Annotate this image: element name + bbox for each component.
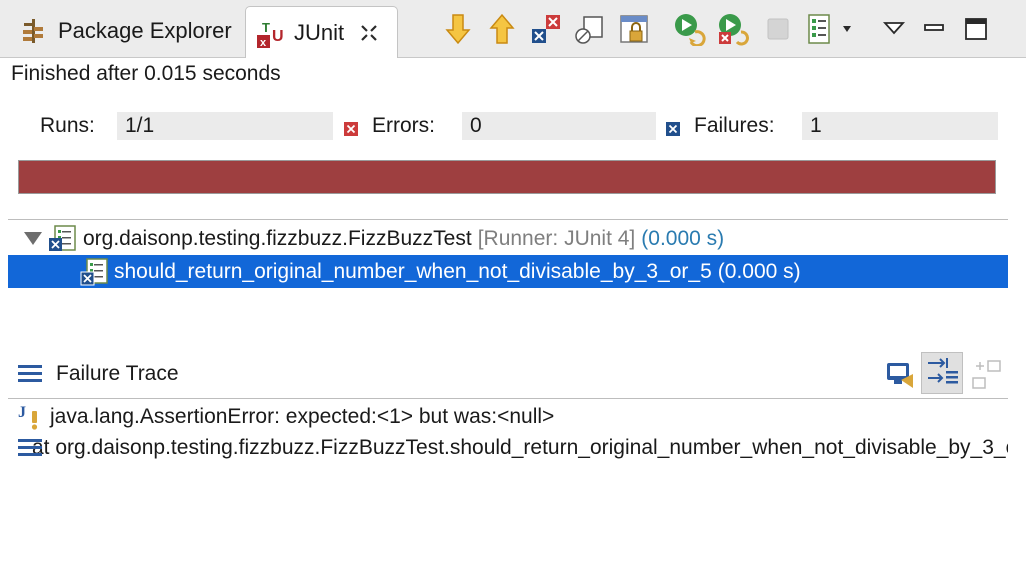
trace-line-stack-frame[interactable]: at org.daisonp.testing.fizzbuzz.FizzBuzz… [18,436,1008,460]
progress-bar-fill [19,161,995,193]
svg-text:U: U [272,28,284,45]
view-tab-bar: Package Explorer T U x JUnit [0,0,1026,58]
failure-icon [666,118,680,136]
test-counters: Runs: 1/1 Errors: 0 Failures: 1 [0,112,1026,142]
runs-label: Runs: [40,114,95,137]
show-skipped-button[interactable] [572,10,608,48]
junit-view: Package Explorer T U x JUnit Finished af… [0,0,1026,562]
failure-trace-title: Failure Trace [56,362,179,385]
close-icon[interactable] [358,22,380,44]
show-failures-only-button[interactable] [528,10,564,48]
compare-result-button[interactable] [885,360,917,390]
test-case-icon [80,257,110,287]
view-menu-button[interactable] [876,10,912,48]
stack-trace-icon [18,364,42,384]
package-explorer-icon [20,17,48,45]
divider [8,398,1008,399]
trace-text: at org.daisonp.testing.fizzbuzz.FizzBuzz… [32,436,1008,459]
filter-stack-trace-button[interactable] [921,352,963,394]
tab-label: JUnit [294,19,345,45]
maximize-button[interactable] [958,10,994,48]
error-icon [344,118,358,136]
divider [8,219,1008,220]
test-suite-name: org.daisonp.testing.fizzbuzz.FizzBuzzTes… [83,226,472,250]
trace-text: java.lang.AssertionError: expected:<1> b… [50,405,555,428]
runs-value: 1/1 [117,112,333,140]
java-exception-icon: J [18,403,44,431]
svg-text:x: x [260,37,267,49]
errors-label: Errors: [372,114,435,137]
test-suite-time: (0.000 s) [641,226,725,250]
test-case-name: should_return_original_number_when_not_d… [114,259,712,283]
tab-package-explorer[interactable]: Package Explorer [10,6,242,56]
stop-button[interactable] [760,10,796,48]
test-case-node[interactable]: should_return_original_number_when_not_d… [8,255,1008,288]
test-runner-label: [Runner: JUnit 4] [477,226,636,250]
junit-icon: T U x [256,19,284,49]
failure-trace-header: Failure Trace [18,362,179,386]
svg-text:T: T [262,20,270,35]
test-suite-node[interactable]: org.daisonp.testing.fizzbuzz.FizzBuzzTes… [8,222,1008,255]
failures-label: Failures: [694,114,775,137]
run-status-text: Finished after 0.015 seconds [11,62,281,85]
test-run-history-button[interactable] [804,10,856,48]
minimize-button[interactable] [916,10,952,48]
tab-label: Package Explorer [58,18,232,43]
errors-value: 0 [462,112,656,140]
test-suite-icon [47,224,79,254]
scroll-lock-button[interactable] [616,10,652,48]
failures-value: 1 [802,112,998,140]
progress-bar [18,160,996,194]
previous-failure-button[interactable] [484,10,520,48]
test-case-time: (0.000 s) [717,259,801,283]
trace-line-assertion[interactable]: J java.lang.AssertionError: expected:<1>… [18,403,1008,431]
rerun-test-button[interactable] [672,10,708,48]
copy-trace-button[interactable] [970,358,1004,392]
next-failure-button[interactable] [440,10,476,48]
expand-collapse-icon[interactable] [24,232,42,245]
tab-junit[interactable]: T U x JUnit [245,6,398,58]
rerun-failures-first-button[interactable] [716,10,752,48]
svg-text:J: J [18,404,26,421]
